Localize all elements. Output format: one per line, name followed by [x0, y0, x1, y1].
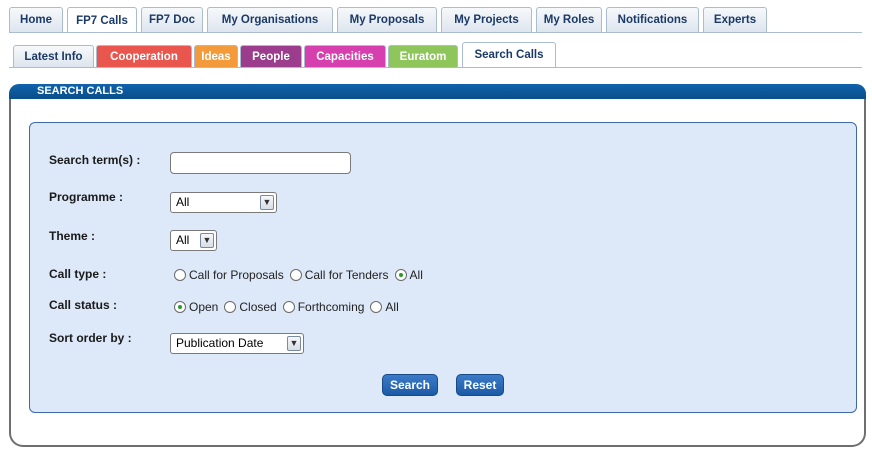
radio-label: All: [385, 300, 399, 314]
radio-label: Call for Tenders: [304, 268, 389, 282]
tab-search-calls[interactable]: Search Calls: [462, 42, 556, 67]
radio-button[interactable]: [370, 301, 383, 313]
sort-order-select[interactable]: Publication Date ▼: [170, 333, 304, 354]
programme-select[interactable]: All ▼: [170, 192, 277, 213]
tab-my-roles[interactable]: My Roles: [536, 7, 602, 32]
theme-select-value: All: [176, 233, 190, 247]
tab-people[interactable]: People: [240, 45, 302, 67]
tab-my-proposals[interactable]: My Proposals: [337, 7, 437, 32]
theme-select[interactable]: All ▼: [170, 230, 217, 251]
tab-home[interactable]: Home: [9, 7, 63, 32]
reset-button[interactable]: Reset: [456, 374, 504, 396]
main-nav-tabs: Home FP7 Calls FP7 Doc My Organisations …: [9, 7, 771, 33]
tab-fp7-doc[interactable]: FP7 Doc: [141, 7, 203, 32]
call-type-proposals-option[interactable]: Call for Proposals: [174, 268, 284, 282]
call-status-forthcoming-option[interactable]: Forthcoming: [282, 300, 365, 314]
programme-select-value: All: [176, 195, 190, 209]
programme-label: Programme :: [49, 190, 124, 204]
call-status-open-option[interactable]: Open: [174, 300, 218, 314]
sort-order-label: Sort order by :: [49, 331, 132, 345]
call-status-radio-group: Open Closed Forthcoming All: [174, 300, 405, 314]
top-tabs-divider: [9, 32, 862, 33]
tab-fp7-calls[interactable]: FP7 Calls: [67, 7, 137, 33]
tab-latest-info[interactable]: Latest Info: [13, 45, 94, 67]
call-status-all-option[interactable]: All: [370, 300, 399, 314]
tab-my-projects[interactable]: My Projects: [441, 7, 532, 32]
sub-nav-tabs: Latest Info Cooperation Ideas People Cap…: [13, 42, 558, 67]
tab-euratom[interactable]: Euratom: [388, 45, 458, 67]
chevron-down-icon: ▼: [287, 336, 301, 351]
theme-label: Theme :: [49, 229, 96, 243]
radio-button[interactable]: [289, 269, 302, 281]
radio-button[interactable]: [282, 301, 295, 313]
radio-button-checked[interactable]: [394, 269, 407, 281]
chevron-down-icon: ▼: [200, 233, 214, 248]
radio-label: Call for Proposals: [189, 268, 284, 282]
tab-my-organisations[interactable]: My Organisations: [207, 7, 333, 32]
tab-cooperation[interactable]: Cooperation: [96, 45, 192, 67]
search-terms-input[interactable]: [170, 152, 351, 174]
tab-experts[interactable]: Experts: [703, 7, 767, 32]
search-terms-label: Search term(s) :: [49, 153, 141, 167]
search-calls-panel: SEARCH CALLS Search term(s) : Programme …: [9, 84, 866, 447]
tab-capacities[interactable]: Capacities: [304, 45, 386, 67]
sub-tabs-divider: [9, 67, 862, 68]
radio-label: Closed: [239, 300, 277, 314]
search-button[interactable]: Search: [382, 374, 438, 396]
panel-title: SEARCH CALLS: [9, 84, 866, 99]
tab-ideas[interactable]: Ideas: [194, 45, 238, 67]
call-type-label: Call type :: [49, 267, 107, 281]
call-status-label: Call status :: [49, 298, 118, 312]
radio-label: Forthcoming: [297, 300, 365, 314]
radio-label: Open: [189, 300, 219, 314]
radio-button-checked[interactable]: [174, 301, 186, 313]
radio-label: All: [409, 268, 423, 282]
call-type-all-option[interactable]: All: [394, 268, 423, 282]
radio-button[interactable]: [224, 301, 237, 313]
sort-order-select-value: Publication Date: [176, 336, 264, 350]
search-form: Search term(s) : Programme : All ▼ Theme…: [29, 122, 857, 413]
call-type-tenders-option[interactable]: Call for Tenders: [289, 268, 389, 282]
chevron-down-icon: ▼: [260, 195, 274, 210]
call-type-radio-group: Call for Proposals Call for Tenders All: [174, 268, 429, 282]
tab-notifications[interactable]: Notifications: [606, 7, 699, 32]
radio-button[interactable]: [174, 269, 186, 281]
call-status-closed-option[interactable]: Closed: [224, 300, 277, 314]
